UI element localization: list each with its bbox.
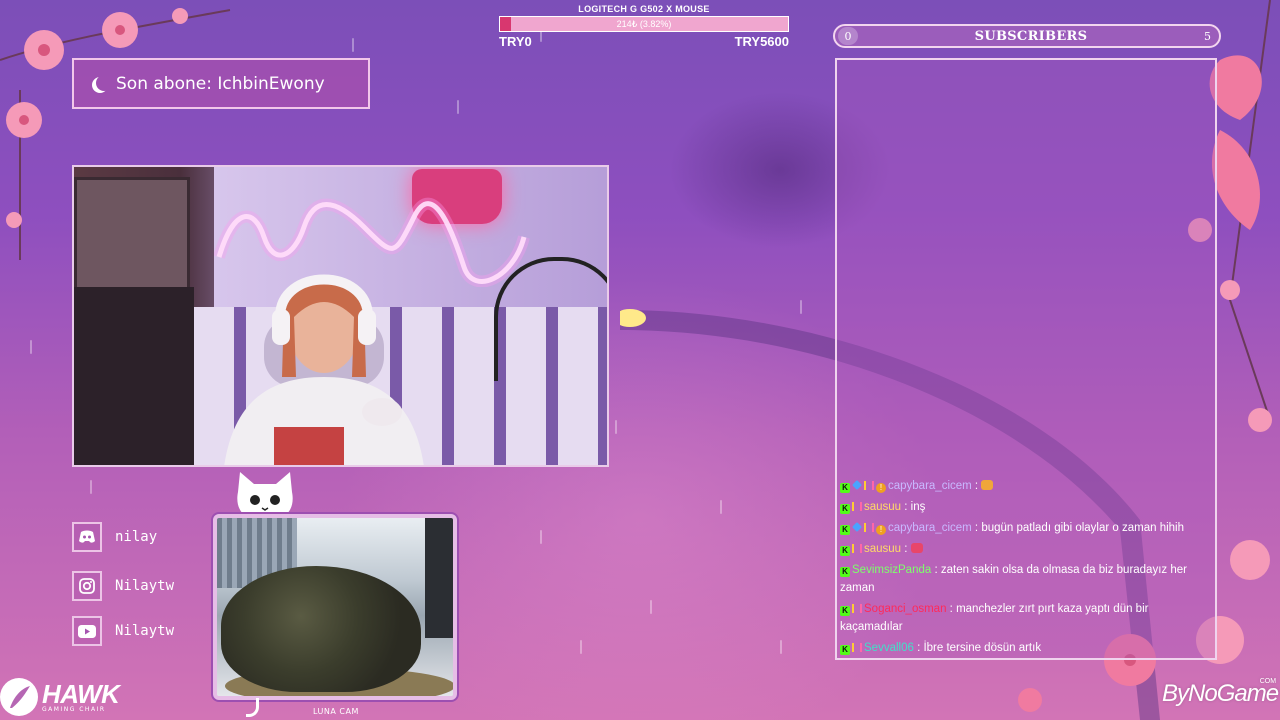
hawk-name: HAWK (42, 678, 120, 709)
social-label: Nilaytw (115, 578, 175, 594)
subscriber-target: 5 (1203, 29, 1211, 43)
subscriber-title: SUBSCRIBERS (974, 28, 1088, 44)
hawk-logo: HAWK GAMING CHAIR (0, 678, 120, 716)
chat-username[interactable]: Soganci_osman (864, 603, 946, 615)
chat-text: : bugün patladı gibi olaylar o zaman hih… (971, 522, 1184, 534)
instagram-icon (72, 571, 102, 601)
bynogame-suffix: COM (1259, 678, 1277, 685)
emote-icon (981, 480, 994, 490)
chat-message: K! capybara_cicem : bugün patladı gibi ol… (840, 519, 1210, 537)
discord-icon (72, 522, 102, 552)
kick-badge-icon: K (840, 483, 850, 493)
last-subscriber-text: Son abone: IchbinEwony (116, 73, 325, 94)
kick-badge-icon: K (840, 645, 850, 655)
goal-title: LOGITECH G G502 X MOUSE (578, 4, 710, 14)
emote-icon (910, 543, 923, 553)
hawk-feather-icon (0, 678, 38, 716)
chat-username[interactable]: sausuu (864, 501, 901, 513)
gift-badge-icon: ! (876, 525, 886, 535)
diamond-badge-icon (852, 480, 862, 490)
chat-username[interactable]: capybara_cicem (888, 522, 972, 534)
streamer-webcam (72, 165, 609, 467)
chat-messages: K! capybara_cicem : Ksausuu : inş K! capyba… (840, 477, 1210, 660)
subscriber-badge-icon (852, 643, 862, 652)
goal-end: TRY5600 (734, 34, 789, 49)
chat-username[interactable]: sausuu (864, 543, 901, 555)
donation-goal: LOGITECH G G502 X MOUSE 214₺ (3.82%) TRY… (499, 4, 789, 49)
social-youtube[interactable]: Nilaytw (72, 615, 182, 647)
streamer (224, 274, 424, 465)
kick-badge-icon: K (840, 606, 850, 616)
social-discord[interactable]: nilay (72, 521, 182, 553)
subscriber-badge-icon (864, 481, 874, 490)
diamond-badge-icon (852, 522, 862, 532)
chat-text: : İbre tersine dösün artık (913, 642, 1042, 654)
subscriber-badge-icon (864, 523, 874, 532)
chat-text: : (901, 543, 911, 555)
catcam-label: LUNA CAM (313, 707, 359, 716)
subscriber-badge-icon (852, 604, 862, 613)
subscriber-badge-icon (852, 502, 862, 511)
chat-username[interactable]: capybara_cicem (888, 480, 972, 492)
subscriber-badge-icon (852, 544, 862, 553)
subscriber-goal-bar: 0 SUBSCRIBERS 5 (833, 24, 1221, 48)
social-label: nilay (115, 529, 158, 545)
kick-badge-icon: K (840, 546, 850, 556)
cat-webcam (213, 514, 457, 700)
bynogame-logo: ByNoGame COM (1162, 678, 1279, 708)
chat-username[interactable]: Sevvall06 (864, 642, 914, 654)
youtube-icon (72, 616, 102, 646)
kick-badge-icon: K (840, 525, 850, 535)
chat-message: K Sevvall06 : İbre tersine dösün artık (840, 639, 1210, 657)
social-instagram[interactable]: Nilaytw (72, 570, 182, 602)
chat-text: : (971, 480, 982, 492)
chat-message: Ksausuu : inş (840, 498, 1210, 516)
chat-text: : inş (901, 501, 926, 513)
chat-message: Ksausuu : (840, 540, 1210, 558)
social-label: Nilaytw (115, 623, 175, 639)
kick-badge-icon: K (840, 567, 850, 577)
sleeping-cat (221, 566, 421, 692)
chat-message: K Soganci_osman : manchezler zırt pırt ka… (840, 600, 1210, 636)
goal-progress-bar: 214₺ (3.82%) (499, 16, 789, 32)
chat-message: K SevimsizPanda : zaten sakin olsa da olm… (840, 561, 1210, 597)
chat-message: K! capybara_cicem : (840, 477, 1210, 495)
goal-start: TRY0 (499, 34, 532, 49)
chat-username[interactable]: SevimsizPanda (852, 564, 931, 576)
kick-badge-icon: K (840, 504, 850, 514)
goal-progress-text: 214₺ (3.82%) (616, 19, 672, 29)
moon-icon (96, 75, 112, 91)
gift-badge-icon: ! (876, 483, 886, 493)
subscriber-count: 0 (838, 27, 858, 45)
last-subscriber-box: Son abone: IchbinEwony (72, 58, 370, 109)
